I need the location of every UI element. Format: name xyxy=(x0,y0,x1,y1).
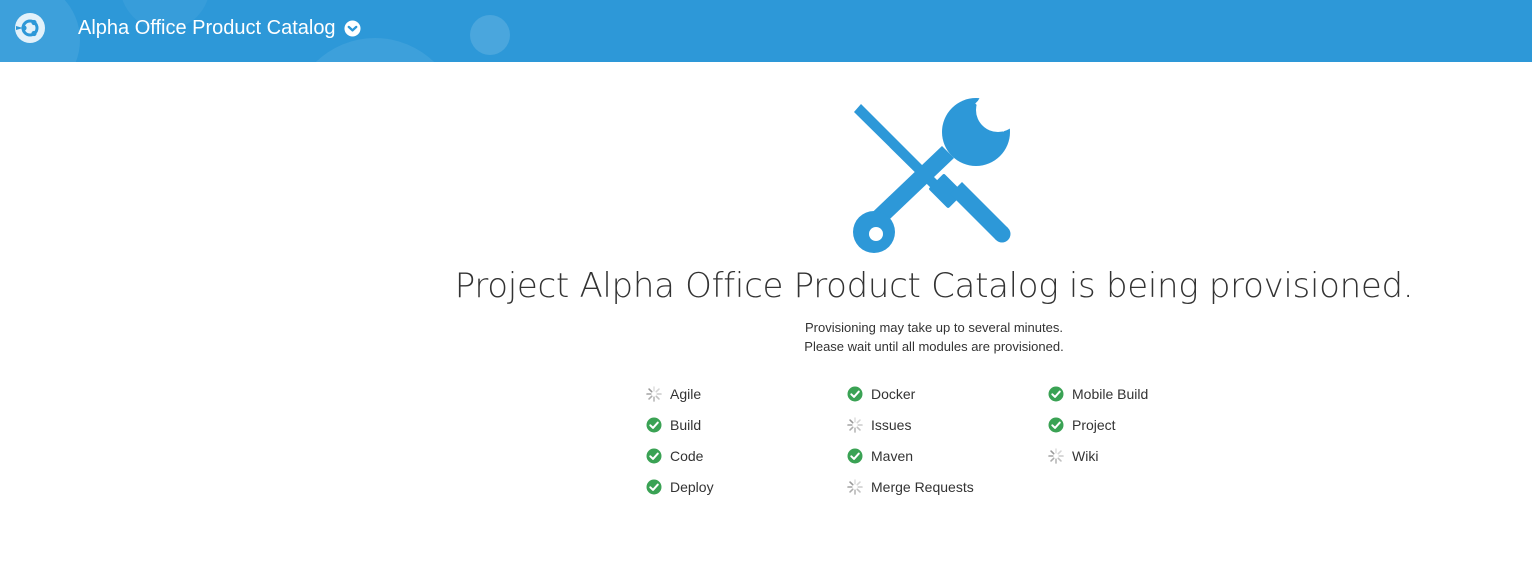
check-circle-icon xyxy=(1048,386,1064,401)
module-item: Agile xyxy=(646,378,846,409)
module-item: Code xyxy=(646,440,846,471)
header-decoration xyxy=(470,15,510,55)
module-label: Project xyxy=(1072,416,1116,433)
devcs-logo-icon[interactable] xyxy=(14,12,46,44)
module-item: Deploy xyxy=(646,471,846,502)
provisioning-info: Provisioning may take up to several minu… xyxy=(734,318,1134,356)
module-item: Merge Requests xyxy=(847,471,1047,502)
module-label: Agile xyxy=(670,385,702,402)
module-column: Docker Issues Maven Merge Requests xyxy=(847,378,1047,502)
check-circle-icon xyxy=(646,417,662,432)
check-circle-icon xyxy=(847,448,863,463)
info-line: Provisioning may take up to several minu… xyxy=(805,320,1063,335)
module-item: Project xyxy=(1048,409,1248,440)
info-line: Please wait until all modules are provis… xyxy=(804,339,1064,354)
check-circle-icon xyxy=(646,479,662,494)
module-item: Mobile Build xyxy=(1048,378,1248,409)
module-item: Issues xyxy=(847,409,1047,440)
module-label: Build xyxy=(670,416,702,433)
module-item: Wiki xyxy=(1048,440,1248,471)
module-item: Build xyxy=(646,409,846,440)
top-header: Alpha Office Product Catalog xyxy=(0,0,1532,62)
module-label: Wiki xyxy=(1072,447,1099,464)
check-circle-icon xyxy=(1048,417,1064,432)
module-label: Code xyxy=(670,447,704,464)
module-label: Issues xyxy=(871,416,912,433)
module-label: Docker xyxy=(871,385,916,402)
check-circle-icon xyxy=(847,386,863,401)
module-label: Merge Requests xyxy=(871,478,974,495)
spinner-icon xyxy=(1048,447,1064,464)
page-title: Project Alpha Office Product Catalog is … xyxy=(454,266,1414,306)
spinner-icon xyxy=(847,416,863,433)
chevron-down-circle-icon[interactable] xyxy=(344,20,361,37)
project-name: Alpha Office Product Catalog xyxy=(78,17,336,39)
module-label: Deploy xyxy=(670,478,714,495)
module-column: Mobile Build Project Wiki xyxy=(1048,378,1248,471)
spinner-icon xyxy=(646,385,662,402)
module-status-list: Agile Build Code Deploy Docker Issues Ma… xyxy=(646,378,1266,508)
header-decoration xyxy=(290,38,460,62)
check-circle-icon xyxy=(646,448,662,463)
module-item: Docker xyxy=(847,378,1047,409)
module-label: Mobile Build xyxy=(1072,385,1149,402)
project-switcher[interactable]: Alpha Office Product Catalog xyxy=(78,17,361,40)
module-label: Maven xyxy=(871,447,914,464)
spinner-icon xyxy=(847,478,863,495)
module-column: Agile Build Code Deploy xyxy=(646,378,846,502)
module-item: Maven xyxy=(847,440,1047,471)
tools-icon xyxy=(853,98,1016,253)
